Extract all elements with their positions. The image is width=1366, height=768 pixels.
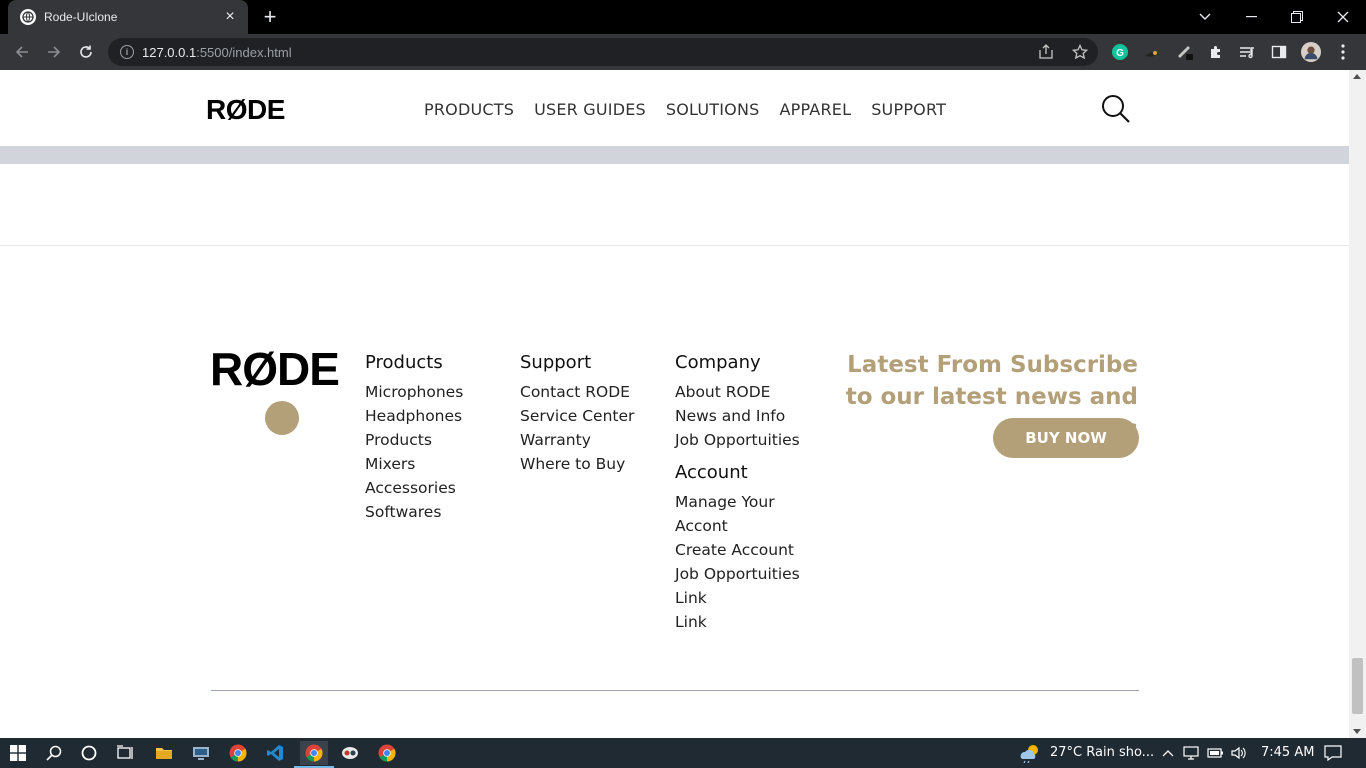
- address-bar[interactable]: i 127.0.0.1:5500/index.html: [108, 38, 1098, 66]
- globe-icon: [20, 9, 36, 25]
- tab-title: Rode-UIclone: [44, 10, 118, 24]
- extensions-puzzle-icon[interactable]: [1206, 42, 1226, 62]
- footer-link[interactable]: About RODE: [675, 380, 800, 404]
- footer-col-support: Support Contact RODE Service Center Warr…: [520, 352, 634, 476]
- url-host: 127.0.0.1: [142, 44, 197, 60]
- browser-titlebar: Rode-UIclone × +: [0, 0, 1366, 34]
- footer-logo[interactable]: RØDE: [210, 346, 340, 392]
- footer-col-company: Company About RODE News and Info Job Opp…: [675, 352, 800, 634]
- volume-icon[interactable]: [1227, 741, 1251, 765]
- footer-link[interactable]: Service Center: [520, 404, 634, 428]
- nav-user-guides[interactable]: USER GUIDES: [534, 100, 646, 119]
- side-panel-icon[interactable]: [1269, 42, 1289, 62]
- main-nav: PRODUCTS USER GUIDES SOLUTIONS APPAREL S…: [424, 100, 946, 119]
- tab-search-button[interactable]: [1182, 0, 1228, 34]
- footer-col-products: Products Microphones Headphones Products…: [365, 352, 463, 524]
- site-header: RØDE PRODUCTS USER GUIDES SOLUTIONS APPA…: [0, 70, 1349, 146]
- windows-start-icon[interactable]: [6, 741, 30, 765]
- file-explorer-icon[interactable]: [152, 741, 176, 765]
- close-window-button[interactable]: [1320, 0, 1366, 34]
- weather-icon[interactable]: [1018, 741, 1042, 765]
- browser-tab[interactable]: Rode-UIclone ×: [8, 0, 248, 34]
- extension-icon[interactable]: [1142, 42, 1162, 62]
- footer-link[interactable]: Headphones: [365, 404, 463, 428]
- url-path: :5500/index.html: [196, 44, 292, 60]
- footer-logo-dot: [265, 401, 299, 435]
- footer-link[interactable]: Manage Your: [675, 490, 800, 514]
- footer-link[interactable]: Job Opportuities: [675, 562, 800, 586]
- snipping-tool-icon[interactable]: [338, 741, 362, 765]
- grey-band: [0, 146, 1349, 164]
- footer-link[interactable]: Mixers: [365, 452, 463, 476]
- windows-taskbar: 27°C Rain sho... 7:45 AM: [0, 738, 1366, 768]
- search-icon[interactable]: [1101, 94, 1131, 124]
- close-tab-icon[interactable]: ×: [222, 9, 238, 25]
- clock-time[interactable]: 7:45 AM: [1261, 745, 1314, 760]
- scroll-down-arrow-icon[interactable]: [1353, 729, 1361, 734]
- minimize-button[interactable]: [1228, 0, 1274, 34]
- footer-link[interactable]: News and Info: [675, 404, 800, 428]
- nav-products[interactable]: PRODUCTS: [424, 100, 514, 119]
- footer-link[interactable]: Create Account: [675, 538, 800, 562]
- chrome-icon[interactable]: [226, 741, 250, 765]
- site-logo[interactable]: RØDE: [206, 94, 285, 126]
- footer-link[interactable]: Link: [675, 610, 800, 634]
- footer-link[interactable]: Microphones: [365, 380, 463, 404]
- vscode-icon[interactable]: [263, 741, 287, 765]
- weather-text[interactable]: 27°C Rain sho...: [1050, 745, 1154, 760]
- bookmark-star-icon[interactable]: [1071, 43, 1089, 65]
- menu-kebab-icon[interactable]: [1333, 42, 1353, 62]
- reload-icon[interactable]: [76, 42, 96, 62]
- chrome-icon[interactable]: [375, 741, 399, 765]
- scrollbar-thumb[interactable]: [1352, 658, 1363, 714]
- task-view-icon[interactable]: [113, 741, 137, 765]
- footer-link[interactable]: Where to Buy: [520, 452, 634, 476]
- forward-arrow-icon[interactable]: [44, 42, 64, 62]
- profile-avatar[interactable]: [1301, 42, 1321, 62]
- pen-extension-icon[interactable]: [1174, 42, 1194, 62]
- media-queue-icon[interactable]: [1237, 42, 1257, 62]
- footer-link[interactable]: Softwares: [365, 500, 463, 524]
- footer-link[interactable]: Warranty: [520, 428, 634, 452]
- chrome-active-icon[interactable]: [294, 741, 334, 768]
- browser-toolbar: i 127.0.0.1:5500/index.html G: [0, 34, 1366, 70]
- back-arrow-icon[interactable]: [12, 42, 32, 62]
- chevron-up-icon[interactable]: [1156, 741, 1180, 765]
- nav-apparel[interactable]: APPAREL: [779, 100, 851, 119]
- page-scrollbar[interactable]: [1349, 70, 1366, 738]
- search-icon[interactable]: [42, 741, 66, 765]
- footer-link[interactable]: Link: [675, 586, 800, 610]
- restore-button[interactable]: [1274, 0, 1320, 34]
- footer-heading-support: Support: [520, 352, 592, 373]
- footer-link[interactable]: Accont: [675, 514, 800, 538]
- footer-heading-company: Company: [675, 352, 761, 373]
- share-icon[interactable]: [1038, 44, 1054, 65]
- battery-icon[interactable]: [1204, 741, 1228, 765]
- nav-support[interactable]: SUPPORT: [871, 100, 946, 119]
- site-info-icon[interactable]: i: [120, 45, 134, 59]
- footer-divider: [211, 690, 1139, 691]
- nav-solutions[interactable]: SOLUTIONS: [666, 100, 760, 119]
- footer-heading-products: Products: [365, 352, 443, 373]
- notification-icon[interactable]: [1321, 741, 1345, 765]
- buy-now-button[interactable]: BUY NOW: [993, 418, 1139, 458]
- footer-heading-account: Account: [675, 462, 748, 483]
- new-tab-button[interactable]: +: [260, 6, 280, 28]
- grammarly-icon[interactable]: G: [1110, 42, 1130, 62]
- footer-link[interactable]: Contact RODE: [520, 380, 634, 404]
- svg-text:G: G: [1116, 48, 1124, 59]
- page-viewport: RØDE PRODUCTS USER GUIDES SOLUTIONS APPA…: [0, 70, 1349, 738]
- network-icon[interactable]: [1180, 741, 1204, 765]
- cortana-icon[interactable]: [77, 741, 101, 765]
- footer-link[interactable]: Job Opportuities: [675, 428, 800, 452]
- section-divider: [0, 245, 1349, 246]
- remote-desktop-icon[interactable]: [189, 741, 213, 765]
- footer-link[interactable]: Products: [365, 428, 463, 452]
- footer-link[interactable]: Accessories: [365, 476, 463, 500]
- scroll-up-arrow-icon[interactable]: [1353, 74, 1361, 79]
